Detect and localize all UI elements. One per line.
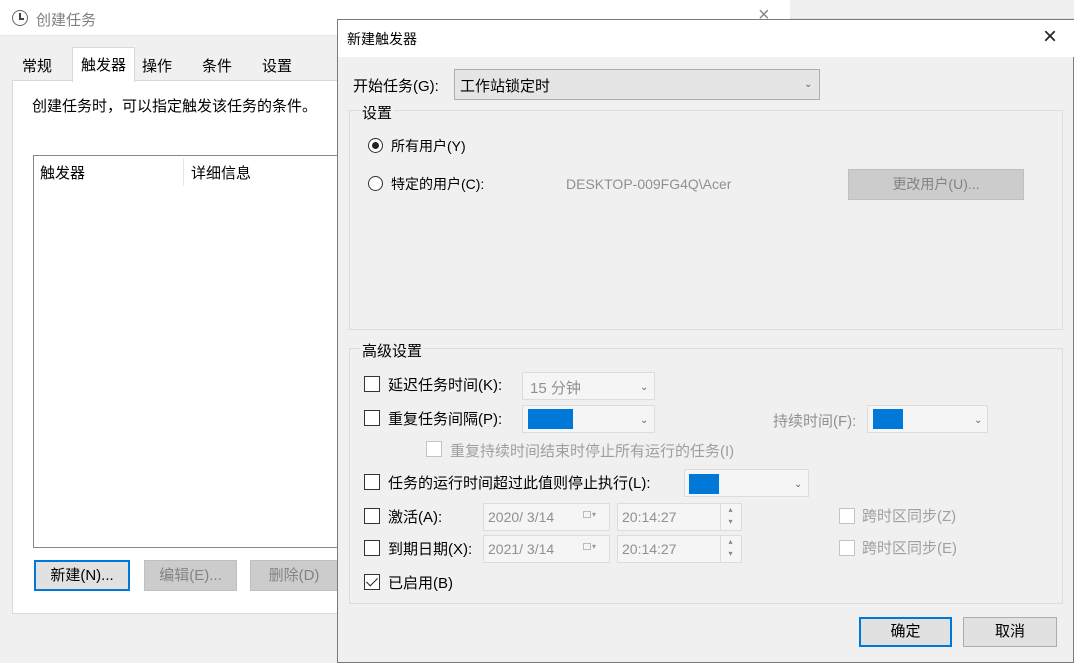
dialog-title: 新建触发器 [347,31,417,47]
delay-task-value: 15 分钟 [530,380,581,397]
spin-up-down-icon[interactable]: ▴ ▾ [720,536,740,562]
triggers-description: 创建任务时，可以指定触发该任务的条件。 [32,98,318,115]
stop-at-repeat-end-checkbox[interactable] [426,441,442,457]
column-separator[interactable] [183,158,184,186]
chevron-down-icon: ⌄ [974,415,983,426]
trigger-list[interactable] [33,155,343,548]
cancel-button[interactable]: 取消 [963,617,1057,647]
chevron-down-icon: ▾ [592,510,597,519]
repeat-task-label[interactable]: 重复任务间隔(P): [388,408,502,429]
change-user-button[interactable]: 更改用户(U)... [848,169,1024,200]
spin-up-down-icon[interactable]: ▴ ▾ [720,504,740,530]
activate-label[interactable]: 激活(A): [388,506,442,527]
advanced-settings-label: 高级设置 [360,340,425,361]
chevron-down-icon: ⌄ [804,79,813,90]
background-strip [790,0,1074,19]
new-trigger-button[interactable]: 新建(N)... [34,560,130,591]
tab-general[interactable]: 常规 [14,51,60,81]
tab-triggers[interactable]: 触发器 [72,47,136,82]
specific-user-label[interactable]: 特定的用户(C): [391,174,484,194]
settings-group-label: 设置 [360,102,395,123]
dialog-titlebar [338,20,1074,57]
activate-date-value: 2020/ 3/14 [488,509,555,525]
user-name-text: DESKTOP-009FG4Q\Acer [566,176,732,192]
activate-time-value: 20:14:27 [622,509,677,525]
expire-date-value: 2021/ 3/14 [488,541,555,557]
begin-task-label: 开始任务(G): [353,78,439,95]
stop-if-runs-longer-checkbox[interactable] [364,474,380,490]
column-header-details[interactable]: 详细信息 [191,162,251,183]
stop-at-repeat-end-label[interactable]: 重复持续时间结束时停止所有运行的任务(I) [450,440,734,461]
dialog-close-icon[interactable]: × [1043,23,1057,51]
repeat-interval-value: 1 小时 [528,409,573,429]
expire-checkbox[interactable] [364,540,380,556]
enabled-checkbox[interactable] [364,574,380,590]
enabled-label[interactable]: 已启用(B) [388,572,453,593]
tab-conditions[interactable]: 条件 [194,51,240,81]
specific-user-radio[interactable] [368,176,383,191]
stop-if-runs-longer-label[interactable]: 任务的运行时间超过此值则停止执行(L): [388,472,651,493]
expire-timezone-sync-checkbox[interactable] [839,540,855,556]
activate-timezone-sync-checkbox[interactable] [839,508,855,524]
all-users-radio[interactable] [368,138,383,153]
repeat-task-checkbox[interactable] [364,410,380,426]
duration-label: 持续时间(F): [773,413,857,430]
duration-value: 1 天 [873,409,903,429]
expire-time-value: 20:14:27 [622,541,677,557]
tab-settings[interactable]: 设置 [254,51,300,81]
chevron-down-icon: ▾ [592,542,597,551]
calendar-icon [583,511,591,518]
chevron-down-icon: ⌄ [640,415,649,426]
column-header-trigger[interactable]: 触发器 [40,162,85,183]
expire-timezone-sync-label[interactable]: 跨时区同步(E) [862,537,957,558]
create-task-title: 创建任务 [36,12,97,29]
chevron-down-icon: ⌄ [640,382,649,393]
tab-actions[interactable]: 操作 [134,51,180,81]
begin-task-value: 工作站锁定时 [460,78,551,95]
stop-if-runs-longer-value: 3 天 [689,474,719,494]
edit-trigger-button[interactable]: 编辑(E)... [144,560,237,591]
delay-task-checkbox[interactable] [364,376,380,392]
delay-task-label[interactable]: 延迟任务时间(K): [388,374,502,395]
activate-timezone-sync-label[interactable]: 跨时区同步(Z) [862,505,956,526]
all-users-label[interactable]: 所有用户(Y) [391,136,466,156]
chevron-down-icon: ⌄ [794,479,803,490]
task-scheduler-icon [12,10,28,26]
expire-label[interactable]: 到期日期(X): [388,538,472,559]
calendar-icon [583,543,591,550]
ok-button[interactable]: 确定 [859,617,952,647]
activate-checkbox[interactable] [364,508,380,524]
delete-trigger-button[interactable]: 删除(D) [250,560,338,591]
